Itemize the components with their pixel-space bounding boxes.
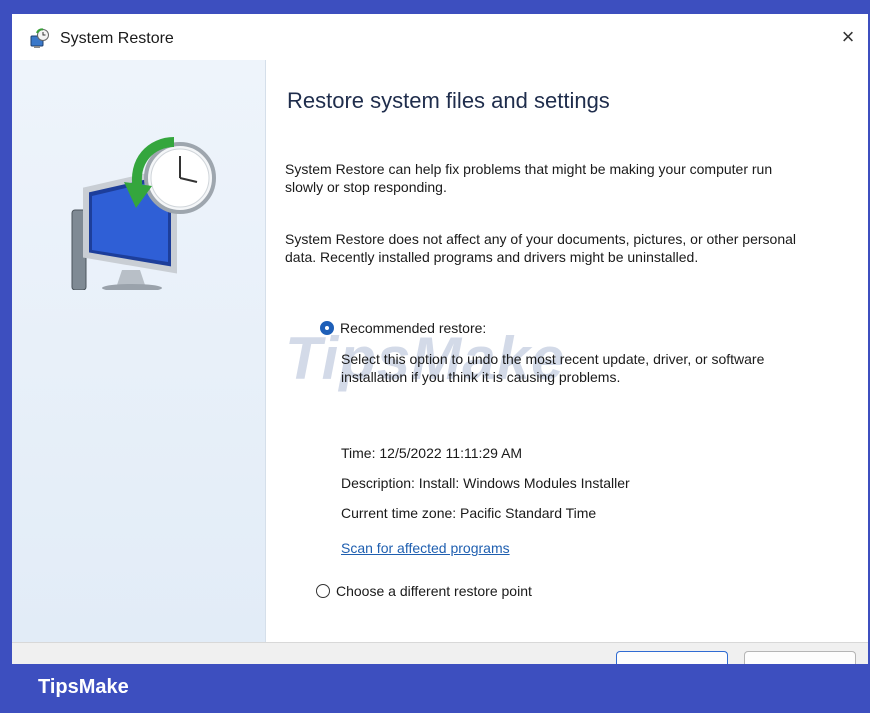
brand-logo-text: TipsMake <box>38 676 129 698</box>
close-button[interactable]: × <box>828 20 868 54</box>
window-title: System Restore <box>60 30 174 47</box>
page-heading: Restore system files and settings <box>287 88 610 113</box>
monitor-restore-clock-icon <box>71 137 216 290</box>
restore-timezone: Current time zone: Pacific Standard Time <box>341 505 597 521</box>
data-safety-paragraph: System Restore does not affect any of yo… <box>285 231 797 265</box>
top-background-strip <box>0 0 870 14</box>
different-restore-point-label: Choose a different restore point <box>336 583 532 599</box>
different-restore-point-radio[interactable]: Choose a different restore point <box>316 583 532 599</box>
scan-affected-programs-link[interactable]: Scan for affected programs <box>341 540 510 556</box>
radio-selected-icon <box>320 321 334 335</box>
cancel-button[interactable] <box>744 651 856 664</box>
radio-unselected-icon <box>316 584 330 598</box>
recommended-restore-label: Recommended restore: <box>340 320 487 336</box>
brand-footer-bar: TipsMake <box>0 664 870 713</box>
content-area: Restore system files and settings System… <box>285 60 845 640</box>
restore-description: Description: Install: Windows Modules In… <box>341 475 630 491</box>
close-icon: × <box>841 24 855 49</box>
next-button[interactable] <box>616 651 728 664</box>
recommended-restore-description: Select this option to undo the most rece… <box>341 351 765 385</box>
dialog-footer <box>12 642 868 664</box>
system-restore-window: System Restore × Restore system files an… <box>12 14 868 664</box>
recommended-restore-radio[interactable]: Recommended restore: <box>320 320 486 336</box>
restore-time: Time: 12/5/2022 11:11:29 AM <box>341 445 523 461</box>
left-sidebar <box>12 60 266 642</box>
intro-paragraph: System Restore can help fix problems tha… <box>285 161 773 195</box>
title-bar: System Restore × <box>12 14 868 60</box>
system-restore-icon <box>30 28 49 48</box>
